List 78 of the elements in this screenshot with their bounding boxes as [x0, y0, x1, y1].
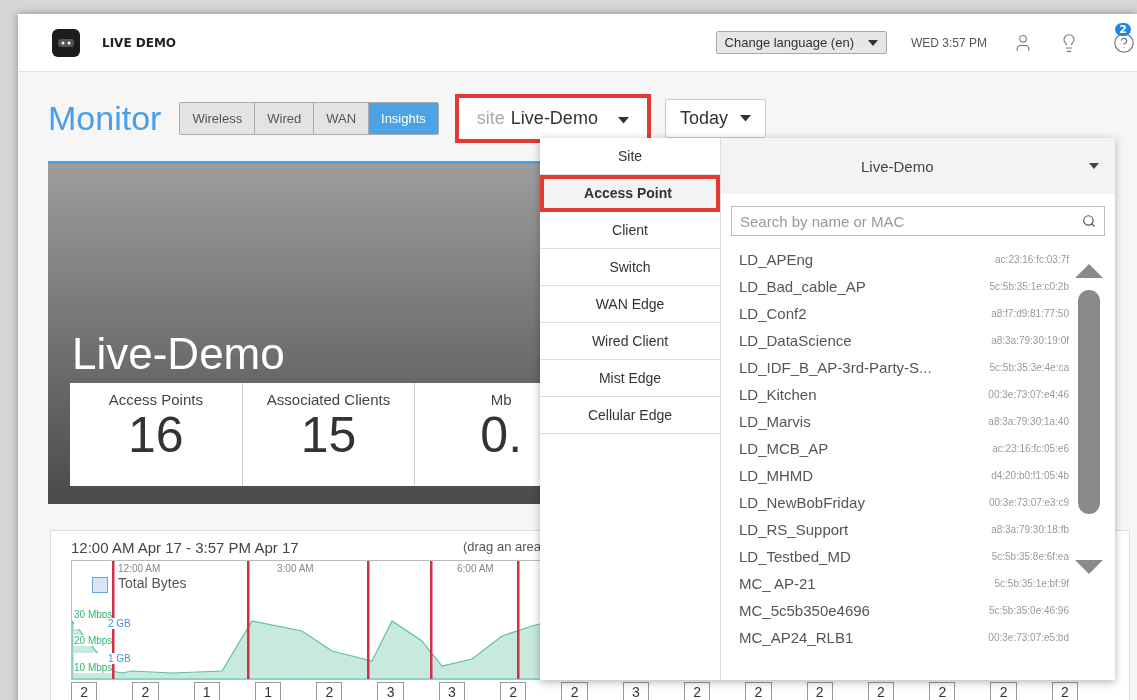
tab[interactable]: Wireless: [180, 103, 256, 134]
device-row[interactable]: MC_ AP-21 5c:5b:35:1e:bf:9f: [739, 570, 1069, 597]
device-row[interactable]: LD_Conf2 a8:f7:d9:81:77:50: [739, 300, 1069, 327]
scroll-down-icon[interactable]: [1075, 560, 1103, 574]
device-row[interactable]: LD_IDF_B_AP-3rd-Party-S... 5c:5b:35:3e:4e:ca: [739, 354, 1069, 381]
brand-name: LIVE DEMO: [102, 35, 178, 50]
menu-item[interactable]: WAN Edge: [540, 286, 720, 323]
device-row[interactable]: LD_NewBobFriday 00:3e:73:07:e3:c9: [739, 489, 1069, 516]
event-count[interactable]: 2: [806, 682, 833, 700]
device-row[interactable]: LD_Kitchen 00:3e:73:07:e4:46: [739, 381, 1069, 408]
stat-value: 15: [300, 408, 357, 463]
clock: WED 3:57 PM: [910, 35, 987, 50]
device-row[interactable]: LD_MHMD d4:20:b0:f1:05:4b: [739, 462, 1069, 489]
site-selector[interactable]: site Live-Demo: [454, 94, 651, 143]
logo-icon: [52, 28, 80, 57]
event-count[interactable]: 2: [316, 682, 343, 700]
legend-swatch: [92, 577, 108, 593]
device-row[interactable]: LD_MCB_AP ac:23:16:fc:05:e6: [739, 435, 1069, 462]
event-count[interactable]: 1: [254, 682, 282, 700]
time-axis-label: 3:00 AM: [277, 563, 314, 574]
page-title: Monitor: [48, 99, 162, 138]
menu-item[interactable]: Client: [540, 212, 720, 249]
menu-item[interactable]: Site: [540, 138, 720, 175]
event-count[interactable]: 3: [377, 682, 404, 700]
time-range: 12:00 AM Apr 17 - 3:57 PM Apr 17: [71, 539, 299, 556]
menu-item[interactable]: Cellular Edge: [540, 397, 720, 434]
caret-icon: [739, 115, 751, 122]
device-row[interactable]: LD_DataScience a8:3a:79:30:19:0f: [739, 327, 1069, 354]
event-count[interactable]: 3: [438, 682, 466, 700]
event-count[interactable]: 2: [1051, 682, 1079, 700]
tab[interactable]: Wired: [255, 103, 315, 134]
event-count[interactable]: 2: [500, 682, 527, 700]
search-icon: [1082, 214, 1096, 228]
event-count[interactable]: 2: [683, 682, 711, 700]
caret-icon: [867, 39, 878, 46]
caret-icon: [1089, 163, 1099, 169]
scroll-up-icon[interactable]: [1075, 264, 1103, 278]
device-row[interactable]: LD_Bad_cable_AP 5c:5b:35:1e:c0:2b: [739, 273, 1069, 300]
time-axis-label: 6:00 AM: [457, 563, 494, 574]
scope-selector[interactable]: Live-Demo: [721, 138, 1115, 194]
menu-item[interactable]: Switch: [540, 249, 720, 286]
event-count[interactable]: 2: [867, 682, 895, 700]
device-row[interactable]: MC_5c5b350e4696 5c:5b:35:0e:46:96: [739, 597, 1069, 624]
stat-label: Access Points: [108, 391, 203, 408]
stat-value: 0.: [480, 408, 523, 463]
y-axis-label: 10 Mbps: [74, 662, 113, 673]
scrollbar-thumb[interactable]: [1078, 290, 1100, 514]
language-select[interactable]: Change language (en): [715, 31, 887, 54]
chart-hint: (drag an area: [462, 539, 541, 556]
event-count[interactable]: 2: [132, 682, 159, 700]
device-row[interactable]: MC_AP24_RLB1 00:3e:73:07:e5:bd: [739, 624, 1069, 651]
event-count[interactable]: 2: [561, 682, 588, 700]
tab[interactable]: WAN: [314, 103, 370, 134]
menu-item[interactable]: Wired Client: [540, 323, 720, 360]
stat-value: 16: [128, 408, 184, 463]
caret-icon: [617, 117, 629, 124]
period-selector[interactable]: Today: [664, 99, 766, 138]
menu-item[interactable]: Access Point: [540, 175, 720, 212]
legend-label: Total Bytes: [118, 575, 187, 591]
notification-badge: 2: [1115, 22, 1131, 36]
menu-item[interactable]: Mist Edge: [540, 360, 720, 397]
stat-label: Associated Clients: [266, 391, 391, 408]
event-count[interactable]: 3: [622, 682, 649, 700]
device-row[interactable]: LD_Marvis a8:3a:79:30:1a:40: [739, 408, 1069, 435]
site-title: Live-Demo: [71, 329, 286, 380]
device-row[interactable]: LD_APEng ac:23:16:fc:03:7f: [739, 246, 1069, 273]
device-row[interactable]: LD_Testbed_MD 5c:5b:35:8e:6f:ea: [739, 543, 1069, 570]
event-count[interactable]: 2: [929, 682, 956, 700]
event-count[interactable]: 2: [990, 682, 1017, 700]
device-row[interactable]: LD_RS_Support a8:3a:79:30:18:fb: [739, 516, 1069, 543]
event-count[interactable]: 1: [193, 682, 220, 700]
event-count[interactable]: 2: [745, 682, 772, 700]
y-axis-label: 20 Mbps: [74, 635, 113, 646]
stat-label: Mb: [490, 391, 512, 408]
event-count[interactable]: 2: [71, 682, 98, 700]
time-axis-label: 12:00 AM: [118, 563, 161, 574]
y-axis-label: 2 GB: [74, 618, 131, 629]
search-field[interactable]: Search by name or MAC: [731, 206, 1105, 236]
